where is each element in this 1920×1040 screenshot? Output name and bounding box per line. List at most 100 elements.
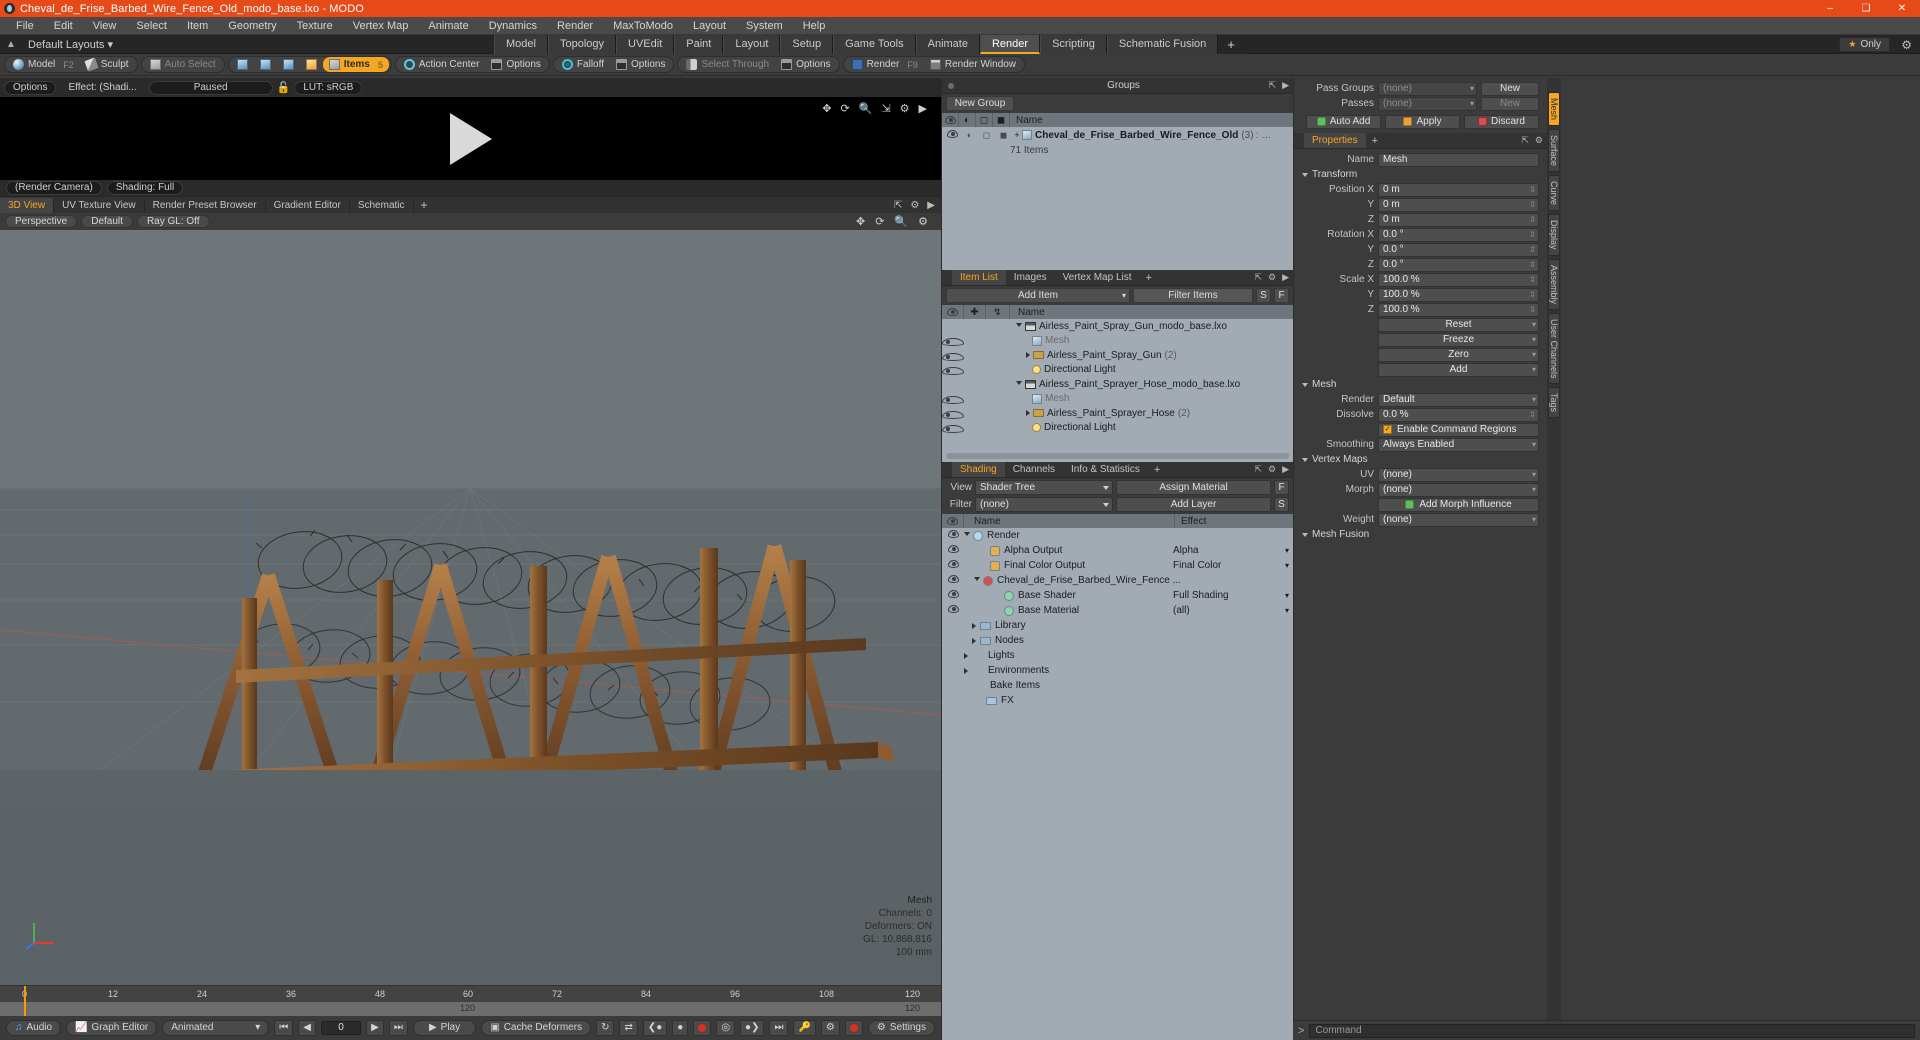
item-row[interactable]: Mesh: [942, 392, 1293, 407]
key-prev-button[interactable]: ❮●: [642, 1020, 668, 1036]
expand-icon[interactable]: ⇱: [894, 200, 902, 211]
menu-item-file[interactable]: File: [6, 17, 44, 35]
position-y-field[interactable]: 0 m ⇳: [1378, 197, 1539, 212]
auto-add-button[interactable]: Auto Add: [1306, 114, 1381, 129]
viewport-pan-icon[interactable]: ✥: [856, 215, 865, 228]
shader-tree-dropdown[interactable]: Shader Tree: [975, 480, 1113, 495]
twisty-closed-icon[interactable]: [1026, 352, 1030, 359]
shading-dropdown[interactable]: Shading: Full: [106, 181, 184, 195]
autokey-button[interactable]: 🔑: [793, 1020, 816, 1036]
stepper-icon[interactable]: ⇳: [1529, 304, 1536, 316]
stepper-icon[interactable]: ⇳: [1529, 214, 1536, 226]
item-row[interactable]: Airless_Paint_Sprayer_Hose (2): [942, 406, 1293, 421]
mesh-fusion-section-header[interactable]: Mesh Fusion: [1298, 527, 1543, 542]
shader-row[interactable]: Alpha Output Alpha ▾: [942, 543, 1293, 558]
viewport-settings-icon[interactable]: ⚙: [918, 215, 928, 228]
ping-pong-button[interactable]: ⇄: [619, 1020, 638, 1036]
shader-row[interactable]: Render: [942, 528, 1293, 543]
tab-render[interactable]: Render: [979, 35, 1041, 54]
shader-eye-cell[interactable]: [942, 575, 964, 586]
filter-dropdown[interactable]: (none): [975, 497, 1113, 512]
tab-animate[interactable]: Animate: [915, 35, 980, 54]
vtab-display[interactable]: Display: [1548, 214, 1560, 256]
vtab-assembly[interactable]: Assembly: [1548, 258, 1560, 310]
perspective-dropdown[interactable]: Perspective: [5, 215, 78, 228]
shader-row[interactable]: FX: [942, 693, 1293, 708]
add-button[interactable]: Add ▾: [1378, 362, 1539, 377]
add-layer-button[interactable]: Add Layer: [1116, 497, 1271, 512]
shading-add-tab-button[interactable]: +: [1148, 464, 1166, 476]
shader-row[interactable]: Final Color Output Final Color ▾: [942, 558, 1293, 573]
record-button[interactable]: [693, 1020, 712, 1036]
polygon-mode-button[interactable]: [277, 57, 300, 72]
shader-eye-cell[interactable]: [942, 590, 964, 601]
items-mode-button[interactable]: Items 5: [322, 57, 389, 72]
row-expand-icon[interactable]: +: [1012, 130, 1022, 140]
zoom-icon[interactable]: 🔍: [859, 102, 873, 115]
vtab-curve[interactable]: Curve: [1548, 175, 1560, 212]
tab-paint[interactable]: Paint: [674, 35, 724, 54]
close-button[interactable]: ✕: [1884, 0, 1920, 17]
dissolve-field[interactable]: 0.0 % ⇳: [1378, 407, 1539, 422]
vtab-tags[interactable]: Tags: [1548, 387, 1560, 419]
tab-schematic[interactable]: Schematic: [350, 197, 414, 213]
assign-f-button[interactable]: F: [1274, 480, 1289, 495]
twisty-open-icon[interactable]: [1016, 322, 1022, 330]
tab-uvedit[interactable]: UVEdit: [616, 35, 675, 54]
col-shading-icon[interactable]: ◐: [959, 113, 976, 127]
item-list-more-icon[interactable]: ▶: [1282, 272, 1289, 283]
prev-frame-button[interactable]: ◀: [298, 1020, 316, 1036]
menu-item-help[interactable]: Help: [793, 17, 836, 35]
falloff-button[interactable]: Falloff: [556, 57, 610, 72]
vtab-user-channels[interactable]: User Channels: [1548, 312, 1560, 385]
shading-expand-icon[interactable]: ⇱: [1254, 464, 1262, 475]
new-pass-group-button[interactable]: New: [1481, 81, 1539, 96]
col-visibility-icon[interactable]: [942, 113, 959, 127]
shader-effect-cell[interactable]: Alpha ▾: [1173, 545, 1293, 556]
edge-mode-button[interactable]: [254, 57, 277, 72]
row-render-cell[interactable]: ◻: [978, 130, 995, 141]
vtab-mesh[interactable]: Mesh: [1548, 92, 1560, 127]
shader-row[interactable]: Base Shader Full Shading ▾: [942, 588, 1293, 603]
tab-images[interactable]: Images: [1006, 270, 1055, 285]
twisty-open-icon[interactable]: [964, 532, 970, 539]
add-tab-button[interactable]: +: [1218, 35, 1244, 54]
viewport-rotate-icon[interactable]: ⟳: [875, 215, 884, 228]
preview-more-icon[interactable]: ▶: [919, 102, 927, 115]
filter-items-input[interactable]: Filter Items: [1133, 288, 1253, 303]
goto-end-button[interactable]: ⏭: [388, 1020, 408, 1036]
stepper-icon[interactable]: ⇳: [1529, 289, 1536, 301]
col-lock-icon[interactable]: ◼: [993, 113, 1010, 127]
item-row[interactable]: Directional Light: [942, 363, 1293, 378]
discard-button[interactable]: Discard: [1464, 114, 1539, 129]
frame-input[interactable]: 0: [320, 1021, 362, 1035]
menu-item-animate[interactable]: Animate: [418, 17, 478, 35]
lock-icon[interactable]: 🔓: [277, 81, 291, 94]
animated-dropdown[interactable]: Animated ▾: [162, 1020, 270, 1036]
shader-effect-cell[interactable]: Full Shading ▾: [1173, 590, 1293, 601]
tab-topology[interactable]: Topology: [547, 35, 617, 54]
add-morph-influence-button[interactable]: Add Morph Influence: [1378, 497, 1539, 512]
row-eye-cell[interactable]: [944, 130, 961, 140]
key-red-button[interactable]: [844, 1020, 863, 1036]
twisty-open-icon[interactable]: [1016, 380, 1022, 388]
stepper-icon[interactable]: ⇳: [1529, 274, 1536, 286]
render-dropdown[interactable]: Default ▾: [1378, 392, 1539, 407]
menu-item-select[interactable]: Select: [126, 17, 177, 35]
action-center-button[interactable]: Action Center: [398, 57, 486, 72]
play-icon[interactable]: [449, 112, 492, 165]
twisty-closed-icon[interactable]: [1026, 410, 1030, 417]
tab-channels[interactable]: Channels: [1005, 462, 1063, 477]
pass-groups-dropdown[interactable]: (none) ▾: [1378, 81, 1477, 96]
action-center-options-button[interactable]: Options: [485, 57, 546, 72]
render-preview-viewport[interactable]: ✥ ⟳ 🔍 ⇲ ⚙ ▶: [0, 97, 941, 180]
filter-f-button[interactable]: F: [1274, 288, 1289, 303]
shading-style-dropdown[interactable]: Default: [81, 215, 133, 228]
item-eye-cell[interactable]: [942, 425, 964, 434]
item-list-body[interactable]: Airless_Paint_Spray_Gun_modo_base.lxo Me…: [942, 319, 1293, 462]
stepper-icon[interactable]: ⇳: [1529, 259, 1536, 271]
scale-x-field[interactable]: 100.0 % ⇳: [1378, 272, 1539, 287]
item-row[interactable]: Directional Light: [942, 421, 1293, 436]
key-last-button[interactable]: ⏭: [769, 1020, 789, 1036]
uv-dropdown[interactable]: (none) ▾: [1378, 467, 1539, 482]
